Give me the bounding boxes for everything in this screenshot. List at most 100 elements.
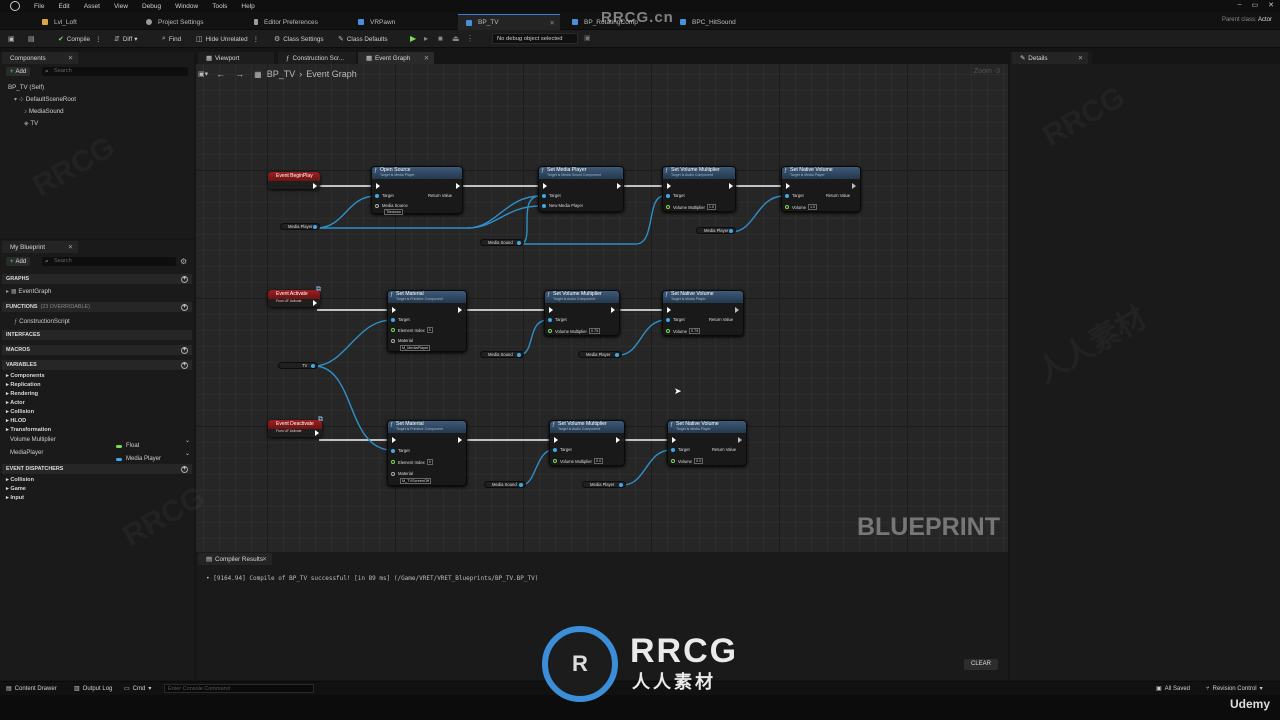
tab-construction-script[interactable]: ƒ Construction Scr...	[278, 52, 356, 64]
exec-in-pin[interactable]	[667, 307, 671, 313]
graph-item-eventgraph[interactable]: ▸ ▦ EventGraph	[6, 288, 51, 295]
target-pin[interactable]: Target	[542, 193, 561, 198]
add-variable-icon[interactable]: +	[181, 361, 188, 369]
return-value-pin[interactable]: Return Value	[826, 193, 850, 198]
tree-item-self[interactable]: BP_TV (Self)	[8, 84, 44, 91]
material-value[interactable]: M_TVScreenOff	[398, 478, 432, 484]
value-field[interactable]: 0.75	[588, 328, 601, 334]
get-tv-node[interactable]: TV	[278, 362, 318, 369]
pin-dot[interactable]	[519, 483, 523, 487]
dispatcher-category-game[interactable]: ▸ Game	[6, 486, 26, 492]
add-graph-icon[interactable]: +	[181, 275, 188, 283]
chevron-down-icon[interactable]: ⌄	[185, 437, 190, 444]
get-media-player-node[interactable]: Media Player	[578, 351, 622, 358]
add-function-icon[interactable]: +	[181, 303, 188, 311]
dispatchers-section-header[interactable]: EVENT DISPATCHERS +	[2, 464, 192, 474]
event-beginplay-node[interactable]: Event BeginPlay	[268, 172, 320, 189]
step-icon[interactable]: ▸	[424, 34, 428, 43]
variable-category-actor[interactable]: ▸ Actor	[6, 400, 25, 406]
menu-edit[interactable]: Edit	[58, 3, 69, 10]
menu-view[interactable]: View	[114, 3, 128, 10]
save-button[interactable]: ▣	[8, 33, 18, 45]
interfaces-section-header[interactable]: INTERFACES	[2, 330, 192, 340]
value-field[interactable]: 1.0	[706, 204, 717, 210]
menu-debug[interactable]: Debug	[142, 3, 161, 10]
pin-dot[interactable]	[619, 483, 623, 487]
variable-category-replication[interactable]: ▸ Replication	[6, 382, 41, 388]
forward-arrow-icon[interactable]: →	[235, 69, 244, 79]
pin-dot[interactable]	[517, 241, 521, 245]
value-field[interactable]: 0	[426, 327, 433, 333]
revision-control-button[interactable]: ⑂ Revision Control ▾	[1206, 685, 1263, 693]
cmd-button[interactable]: ▭ Cmd ▾	[124, 685, 151, 693]
volume-pin[interactable]: Volume 0.0	[671, 458, 704, 464]
exec-in-pin[interactable]	[554, 437, 558, 443]
compile-button[interactable]: ✔ Compile ⋮	[58, 33, 101, 45]
new-media-player-pin[interactable]: New Media Player	[542, 203, 583, 208]
variable-category-transformation[interactable]: ▸ Transformation	[6, 427, 51, 433]
menu-file[interactable]: File	[34, 3, 44, 10]
variable-category-rendering[interactable]: ▸ Rendering	[6, 391, 38, 397]
browse-button[interactable]: ▤	[28, 33, 38, 45]
compiler-results-tab[interactable]: ▤ Compiler Results ✕	[198, 553, 272, 565]
gear-icon[interactable]: ⚙	[180, 257, 187, 266]
all-saved-button[interactable]: ▣ All Saved	[1156, 685, 1190, 693]
close-tab-icon[interactable]: ✕	[550, 19, 555, 27]
breadcrumb-root[interactable]: BP_TV	[267, 69, 296, 79]
target-pin[interactable]: Target	[391, 317, 410, 322]
return-value-pin[interactable]: Return Value	[709, 317, 733, 322]
add-member-button[interactable]: + Add	[6, 257, 31, 266]
dispatcher-category-input[interactable]: ▸ Input	[6, 495, 24, 501]
debug-object-select[interactable]: No debug object selected	[492, 33, 578, 44]
minimize-icon[interactable]: –	[1238, 1, 1242, 9]
asset-dropdown[interactable]: Tiledown	[384, 209, 404, 215]
set-native-volume-node[interactable]: ƒ Set Native Volume Target is Media Player…	[667, 420, 747, 466]
return-value-pin[interactable]: Return Value	[428, 193, 452, 198]
exec-out-pin[interactable]	[458, 437, 462, 443]
add-dispatcher-icon[interactable]: +	[181, 465, 188, 473]
add-macro-icon[interactable]: +	[181, 346, 188, 354]
target-pin[interactable]: Target	[553, 447, 572, 452]
exec-out-pin[interactable]	[729, 183, 733, 189]
tree-item-tv[interactable]: ◈ TV	[24, 120, 38, 127]
variable-volume-multiplier[interactable]: Volume Multiplier Float ⌄	[10, 437, 192, 449]
pin-dot[interactable]	[313, 225, 317, 229]
add-component-button[interactable]: + Add	[6, 67, 31, 76]
exec-in-pin[interactable]	[376, 183, 380, 189]
set-material-node[interactable]: ƒ Set Material Target is Primitive Compone…	[387, 420, 467, 486]
variable-category-collision[interactable]: ▸ Collision	[6, 409, 34, 415]
details-tab[interactable]: ✎ Details ✕	[1012, 52, 1088, 64]
exec-in-pin[interactable]	[392, 437, 396, 443]
exec-out-pin[interactable]	[611, 307, 615, 313]
volume-multiplier-pin[interactable]: Volume Multiplier 0.75	[548, 328, 601, 334]
parent-class-value[interactable]: Actor	[1258, 17, 1272, 23]
play-icon[interactable]: ▶	[410, 34, 416, 43]
tree-item-media-sound[interactable]: ♪ MediaSound	[24, 108, 64, 115]
my-blueprint-tab[interactable]: My Blueprint ✕	[2, 241, 78, 253]
exec-out-pin[interactable]	[313, 300, 317, 306]
menu-asset[interactable]: Asset	[84, 3, 100, 10]
value-field[interactable]: 1.0	[807, 204, 818, 210]
chevron-down-icon[interactable]: ⌄	[185, 450, 190, 457]
set-volume-multiplier-node[interactable]: ƒ Set Volume Multiplier Target is Audio Co…	[544, 290, 620, 336]
set-native-volume-node[interactable]: ƒ Set Native Volume Target is Media Player…	[781, 166, 861, 212]
pin-dot[interactable]	[729, 229, 733, 233]
get-media-sound-node[interactable]: Media Sound	[480, 351, 524, 358]
exec-in-pin[interactable]	[667, 183, 671, 189]
exec-out-pin[interactable]	[315, 430, 319, 436]
menu-help[interactable]: Help	[241, 3, 254, 10]
variable-type[interactable]: Float	[116, 443, 139, 449]
tree-item-default-scene-root[interactable]: ▾ ⊹ DefaultSceneRoot	[14, 96, 76, 103]
set-native-volume-node[interactable]: ƒ Set Native Volume Target is Media Player…	[662, 290, 744, 336]
variable-media-player[interactable]: MediaPlayer Media Player ⌄	[10, 450, 192, 462]
target-pin[interactable]: Target	[391, 448, 410, 453]
pin-dot[interactable]	[517, 353, 521, 357]
components-tab[interactable]: Components ✕	[2, 52, 78, 64]
tab-bp-tv[interactable]: BP_TV ✕	[458, 14, 560, 30]
tab-viewport[interactable]: ▦ Viewport	[198, 52, 274, 64]
exec-out-pin[interactable]	[616, 437, 620, 443]
tab-bpc-hitsound[interactable]: BPC_HitSound	[672, 14, 772, 30]
get-media-sound-node[interactable]: Media Sound	[484, 481, 526, 488]
value-field[interactable]: 0.75	[688, 328, 701, 334]
get-media-player-node[interactable]: Media Player	[696, 227, 736, 234]
